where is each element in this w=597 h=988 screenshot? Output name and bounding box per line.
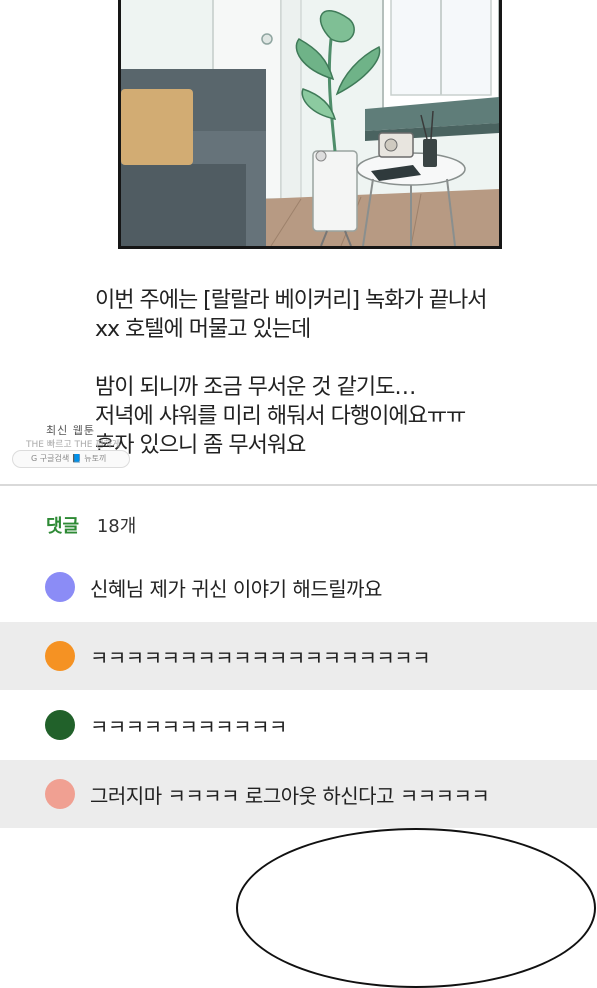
comment-text: ㅋㅋㅋㅋㅋㅋㅋㅋㅋㅋㅋㅋㅋㅋㅋㅋㅋㅋㅋ bbox=[90, 645, 431, 670]
comment-item[interactable]: 그러지마 ㅋㅋㅋㅋ 로그아웃 하신다고 ㅋㅋㅋㅋㅋ bbox=[0, 760, 597, 828]
narration-line: xx 호텔에 머물고 있는데 bbox=[95, 317, 311, 342]
avatar bbox=[45, 779, 75, 809]
avatar bbox=[45, 572, 75, 602]
room-illustration bbox=[121, 0, 499, 246]
watermark-search-box: G 구글검색 📘 뉴토끼 bbox=[12, 450, 130, 468]
comment-text: 그러지마 ㅋㅋㅋㅋ 로그아웃 하신다고 ㅋㅋㅋㅋㅋ bbox=[90, 783, 490, 808]
comments-count: 18개 bbox=[96, 516, 137, 537]
watermark-subtitle: THE 빠르고 THE 편하게 bbox=[26, 440, 121, 450]
speech-bubble bbox=[236, 828, 596, 988]
narration-text: 이번 주에는 [랄랄라 베이커리] 녹화가 끝나서 xx 호텔에 머물고 있는데… bbox=[95, 286, 555, 460]
narration-line: 밤이 되니까 조금 무서운 것 같기도… bbox=[95, 375, 416, 400]
site-watermark: 최신 웹툰 THE 빠르고 THE 편하게 G 구글검색 📘 뉴토끼 bbox=[12, 420, 130, 472]
comment-text: 신혜님 제가 귀신 이야기 해드릴까요 bbox=[90, 576, 382, 601]
comment-text: ㅋㅋㅋㅋㅋㅋㅋㅋㅋㅋㅋ bbox=[90, 714, 287, 739]
comments-header: 댓글 18개 bbox=[46, 512, 136, 538]
comments-label: 댓글 bbox=[46, 516, 80, 537]
section-divider bbox=[0, 484, 597, 486]
avatar bbox=[45, 710, 75, 740]
narration-line: 저녁에 샤워를 미리 해둬서 다행이에요ㅠㅠ bbox=[95, 404, 466, 429]
comment-item[interactable]: ㅋㅋㅋㅋㅋㅋㅋㅋㅋㅋㅋㅋㅋㅋㅋㅋㅋㅋㅋ bbox=[0, 622, 597, 690]
narration-line bbox=[95, 344, 555, 373]
comic-panel bbox=[118, 0, 502, 249]
comment-item[interactable]: ㅋㅋㅋㅋㅋㅋㅋㅋㅋㅋㅋ bbox=[0, 691, 597, 759]
narration-line: 혼자 있으니 좀 무서워요 bbox=[95, 433, 306, 458]
comment-item[interactable]: 신혜님 제가 귀신 이야기 해드릴까요 bbox=[0, 553, 597, 621]
avatar bbox=[45, 641, 75, 671]
watermark-title: 최신 웹툰 bbox=[46, 424, 95, 437]
narration-line: 이번 주에는 [랄랄라 베이커리] 녹화가 끝나서 bbox=[95, 288, 487, 313]
